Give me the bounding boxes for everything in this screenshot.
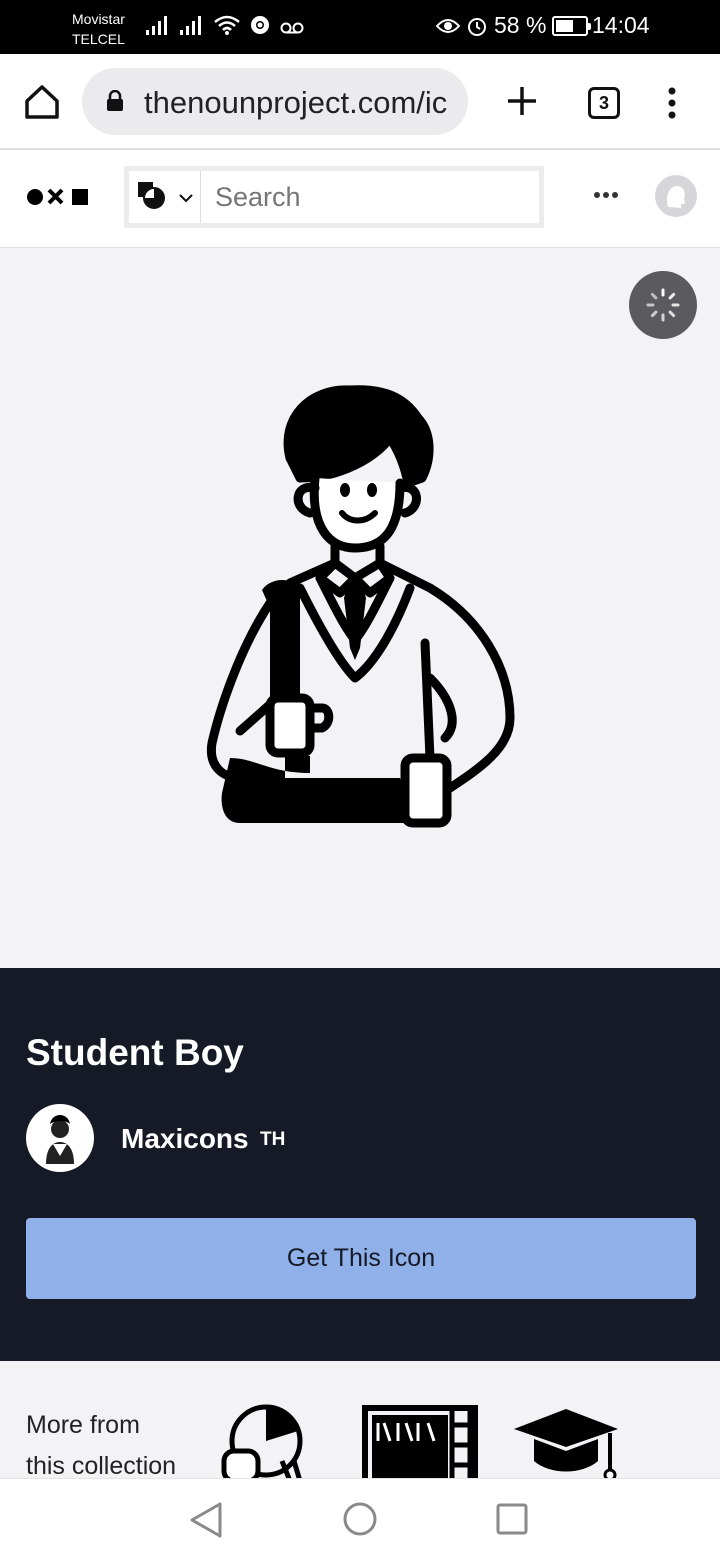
more-label-line2: this collection	[26, 1452, 177, 1478]
creator-country: TH	[260, 1129, 286, 1150]
icon-preview	[0, 248, 720, 968]
lock-icon	[107, 90, 123, 111]
more-from-collection: More from this collection	[0, 1361, 720, 1478]
chevron-down-icon	[179, 194, 193, 203]
battery-percent: 58 %	[494, 12, 547, 38]
more-from-collection-label: More from this collection	[26, 1405, 176, 1478]
search-type-dropdown[interactable]	[129, 171, 201, 223]
creator-avatar-image	[46, 1115, 74, 1164]
search-input[interactable]	[215, 182, 535, 213]
collection-thumb-graduation-cap-icon[interactable]	[510, 1405, 622, 1478]
overflow-menu-icon[interactable]	[664, 86, 680, 120]
status-right: 58 %	[436, 12, 592, 39]
collection-thumb-bookshelf-icon[interactable]	[362, 1405, 478, 1478]
signal-icon	[146, 16, 167, 35]
loading-spinner[interactable]	[629, 271, 697, 339]
wifi-icon	[214, 15, 240, 35]
student-boy-icon	[206, 385, 515, 828]
carrier-network: TELCEL	[72, 31, 125, 47]
status-bar: Movistar TELCEL 58 % 14:04	[0, 0, 720, 54]
carrier-name: Movistar	[72, 11, 125, 27]
address-bar[interactable]: thenounproject.com/ic	[82, 68, 468, 135]
tab-switcher-button[interactable]: 3	[588, 87, 620, 119]
status-icons	[145, 14, 305, 36]
creator-name[interactable]: Maxicons	[121, 1123, 249, 1155]
home-icon[interactable]	[22, 82, 62, 122]
search-bar	[124, 166, 544, 228]
back-icon[interactable]	[188, 1501, 224, 1539]
home-nav-icon[interactable]	[342, 1501, 378, 1537]
browser-toolbar: thenounproject.com/ic 3	[0, 54, 720, 150]
user-avatar-icon[interactable]	[655, 175, 697, 217]
carrier-label: Movistar TELCEL	[72, 9, 125, 49]
more-label-line1: More from	[26, 1411, 140, 1439]
icon-info-panel: Student Boy Maxicons TH Get This Icon	[0, 968, 720, 1361]
signal-icon	[180, 16, 201, 35]
creator-avatar[interactable]	[26, 1104, 94, 1172]
eye-icon	[436, 18, 460, 33]
more-options-icon[interactable]	[593, 190, 619, 200]
voicemail-icon	[280, 22, 304, 34]
icon-title: Student Boy	[26, 1032, 244, 1073]
noun-project-logo[interactable]	[26, 186, 90, 208]
chrome-icon	[251, 16, 269, 34]
url-text: thenounproject.com/ic	[144, 85, 448, 120]
site-header	[0, 152, 720, 248]
alarm-icon	[468, 17, 486, 36]
recent-apps-icon[interactable]	[495, 1502, 529, 1536]
battery-icon	[552, 15, 592, 36]
new-tab-icon[interactable]	[505, 84, 539, 118]
icon-type-icon	[138, 182, 165, 209]
collection-thumb-clock-icon[interactable]	[220, 1401, 316, 1478]
clock: 14:04	[592, 12, 650, 38]
spinner-icon	[646, 288, 680, 322]
get-this-icon-button[interactable]: Get This Icon	[26, 1218, 696, 1299]
system-nav-bar	[0, 1478, 720, 1560]
